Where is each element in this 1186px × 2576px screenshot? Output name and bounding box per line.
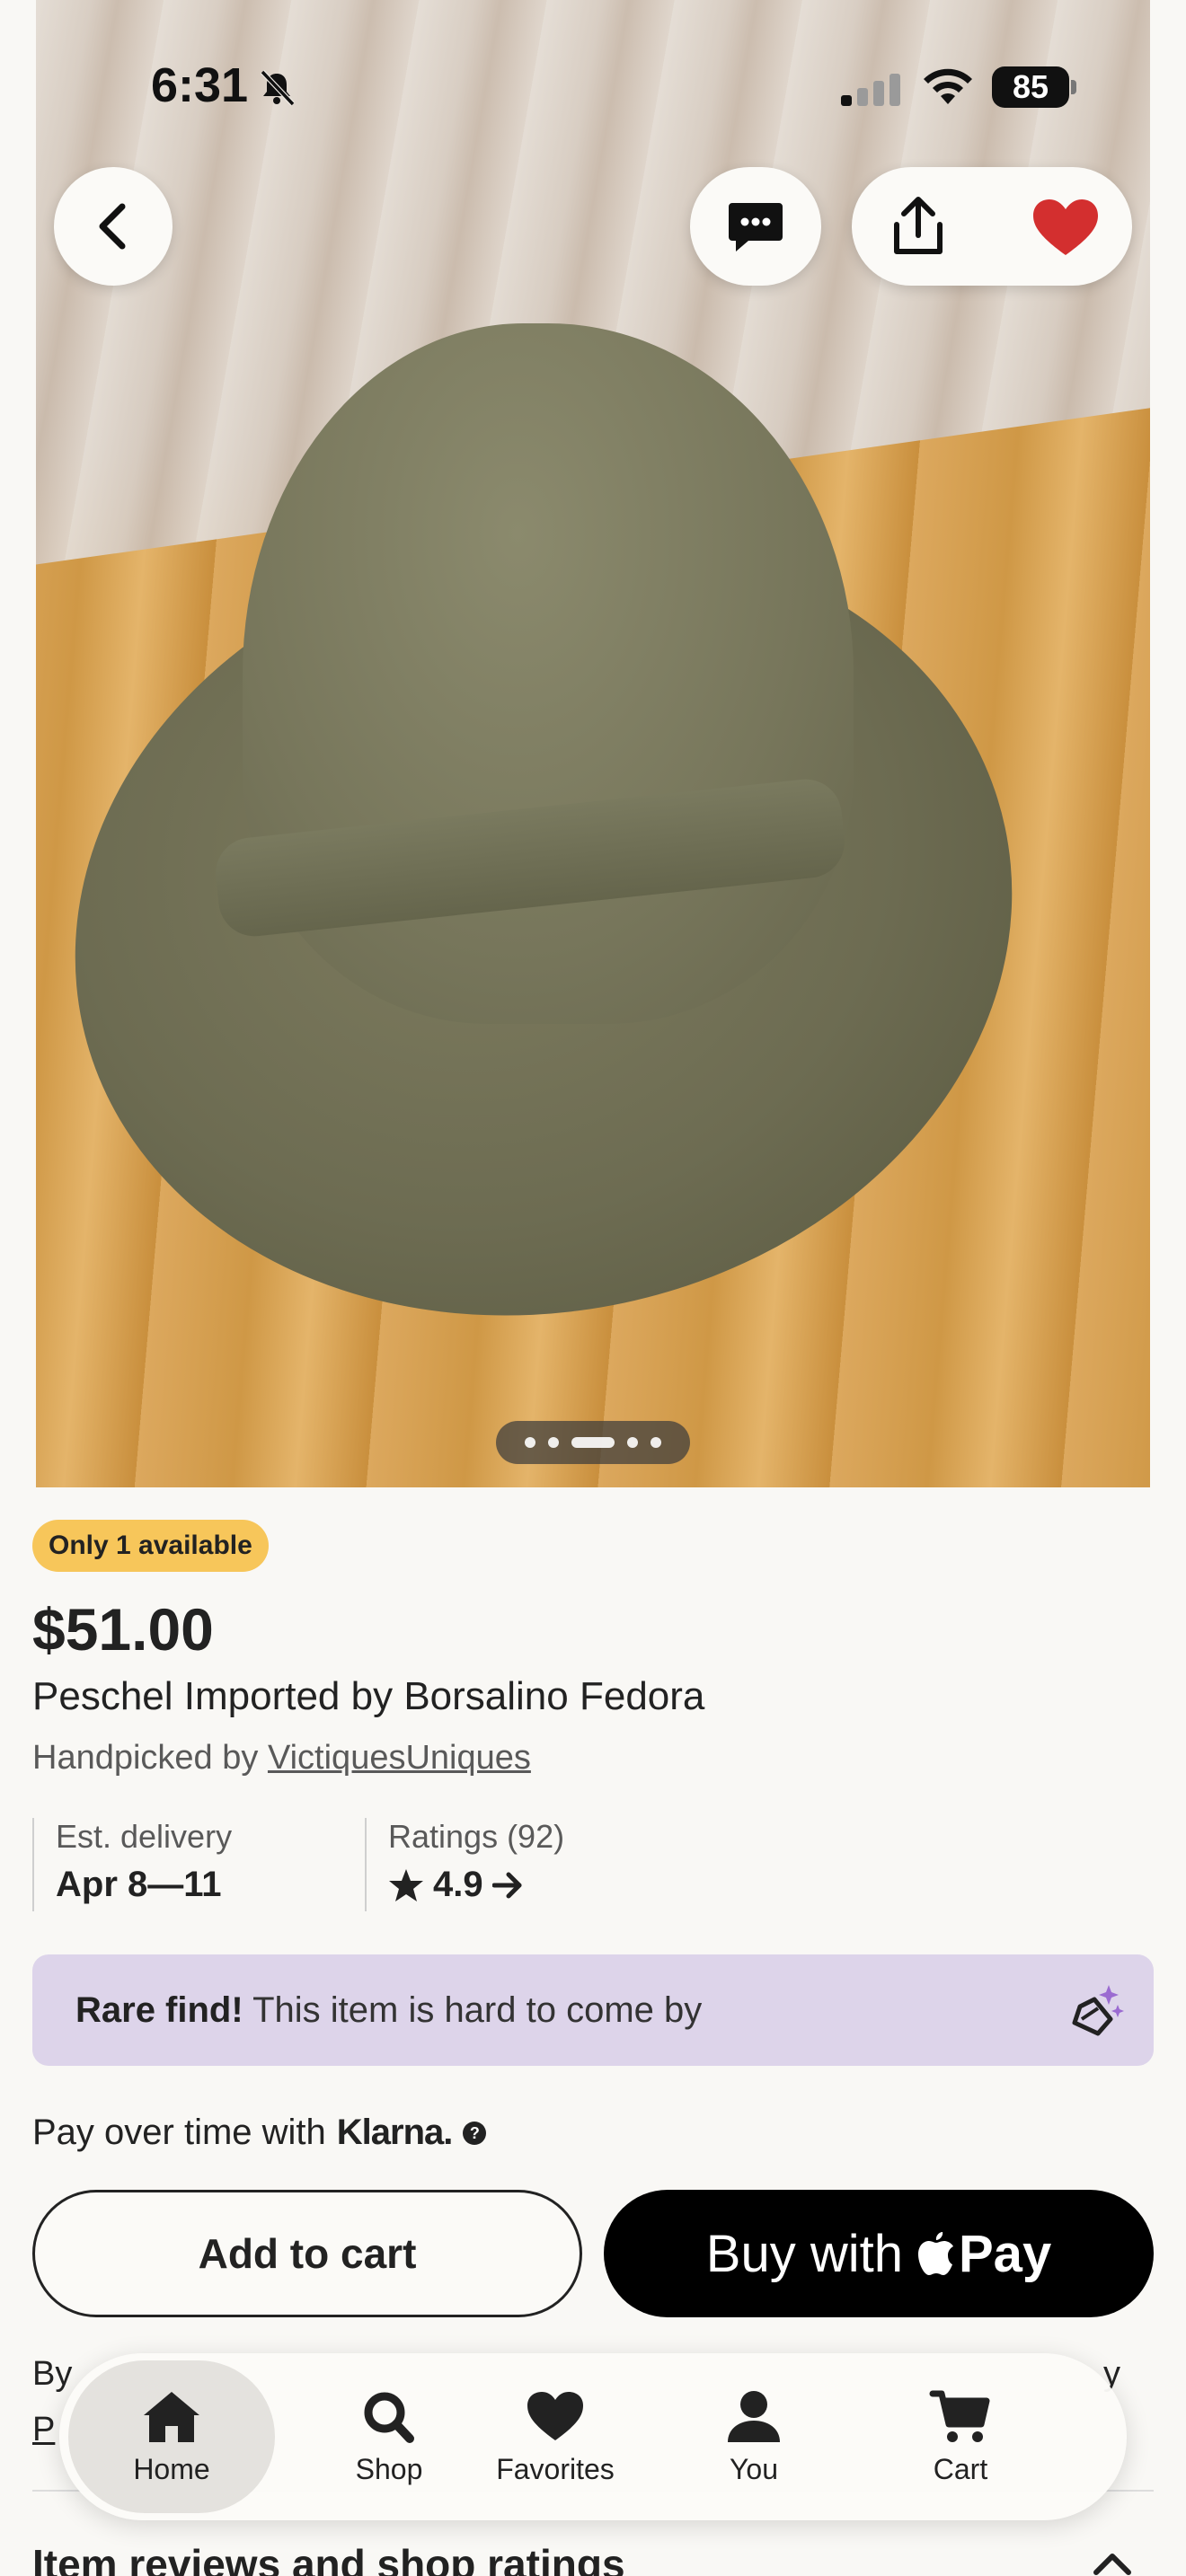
- carousel-dot: [627, 1437, 638, 1448]
- carousel-dot: [548, 1437, 559, 1448]
- chevron-up-icon[interactable]: [1093, 2551, 1132, 2576]
- tab-favorites[interactable]: Favorites: [447, 2360, 663, 2513]
- home-icon: [144, 2391, 199, 2442]
- apple-pay-button[interactable]: Buy with Pay: [604, 2190, 1154, 2317]
- listing-title: Peschel Imported by Borsalino Fedora: [32, 1674, 705, 1718]
- handpicked-prefix: Handpicked by: [32, 1739, 259, 1777]
- tab-you-label: You: [730, 2452, 778, 2485]
- apple-pay-mark: Pay: [916, 2224, 1051, 2284]
- heart-icon: [527, 2391, 583, 2440]
- cart-icon: [929, 2390, 990, 2442]
- help-icon[interactable]: ?: [463, 2121, 487, 2145]
- share-icon[interactable]: [884, 194, 952, 259]
- tab-cart[interactable]: Cart: [857, 2360, 1064, 2513]
- tab-favorites-label: Favorites: [496, 2452, 615, 2485]
- handpicked-by: Handpicked by VictiquesUniques: [32, 1739, 531, 1778]
- rare-find-title: Rare find!: [75, 1990, 243, 2030]
- legal-text: By: [32, 2355, 73, 2393]
- carousel-dot-active: [571, 1437, 615, 1448]
- search-icon: [364, 2392, 414, 2443]
- message-seller-button[interactable]: [690, 167, 821, 286]
- tab-you[interactable]: You: [651, 2360, 857, 2513]
- ratings-label: Ratings (92): [388, 1818, 565, 1855]
- cellular-signal-icon: [841, 74, 900, 106]
- bottom-tab-bar: Home Shop Favorites You Cart: [59, 2353, 1127, 2520]
- chat-bubble-icon: [729, 203, 783, 251]
- shop-name-link[interactable]: VictiquesUniques: [268, 1739, 531, 1777]
- delivery-info: Est. delivery Apr 8—11: [32, 1818, 365, 1911]
- apple-logo-icon: [918, 2232, 953, 2275]
- wifi-icon: [924, 68, 972, 104]
- status-bar: 6:31 85: [0, 0, 1186, 171]
- rare-find-banner: Rare find! This item is hard to come by: [32, 1954, 1154, 2066]
- back-button[interactable]: [54, 167, 173, 286]
- klarna-logo: Klarna.: [336, 2113, 454, 2152]
- favorite-heart-icon[interactable]: [1031, 198, 1100, 257]
- klarna-financing[interactable]: Pay over time with Klarna. ?: [32, 2113, 487, 2153]
- bell-muted-icon: [260, 69, 296, 107]
- status-time: 6:31: [151, 58, 249, 112]
- ratings-info[interactable]: Ratings (92) 4.9: [365, 1818, 724, 1911]
- pay-label: Pay: [959, 2224, 1052, 2283]
- carousel-dot: [525, 1437, 535, 1448]
- share-favorite-group: [852, 167, 1132, 286]
- stock-badge: Only 1 available: [32, 1520, 269, 1572]
- rare-find-text: Rare find! This item is hard to come by: [75, 1990, 702, 2031]
- add-to-cart-button[interactable]: Add to cart: [32, 2190, 582, 2317]
- tab-home[interactable]: Home: [68, 2360, 275, 2513]
- reviews-heading[interactable]: Item reviews and shop ratings: [32, 2540, 625, 2576]
- buy-with-label: Buy with: [705, 2224, 903, 2283]
- tab-shop-label: Shop: [355, 2452, 423, 2485]
- battery-level: 85: [992, 66, 1069, 108]
- arrow-right-icon: [491, 1872, 522, 1898]
- image-carousel-indicator[interactable]: [496, 1421, 690, 1464]
- person-icon: [728, 2390, 780, 2442]
- tab-cart-label: Cart: [933, 2452, 988, 2485]
- legal-link[interactable]: P: [32, 2411, 55, 2449]
- klarna-prefix: Pay over time with: [32, 2113, 326, 2152]
- price: $51.00: [32, 1596, 214, 1663]
- delivery-value: Apr 8—11: [56, 1865, 222, 1904]
- diamond-sparkle-icon: [1072, 1985, 1124, 2036]
- star-icon: [389, 1868, 423, 1901]
- delivery-label: Est. delivery: [56, 1818, 233, 1855]
- chevron-left-icon: [99, 203, 126, 250]
- battery-icon: 85: [992, 66, 1076, 108]
- rare-find-description: This item is hard to come by: [252, 1990, 703, 2030]
- ratings-value: 4.9: [433, 1865, 483, 1904]
- carousel-dot: [651, 1437, 661, 1448]
- tab-home-label: Home: [133, 2452, 210, 2485]
- ratings-value-row: 4.9: [388, 1865, 724, 1905]
